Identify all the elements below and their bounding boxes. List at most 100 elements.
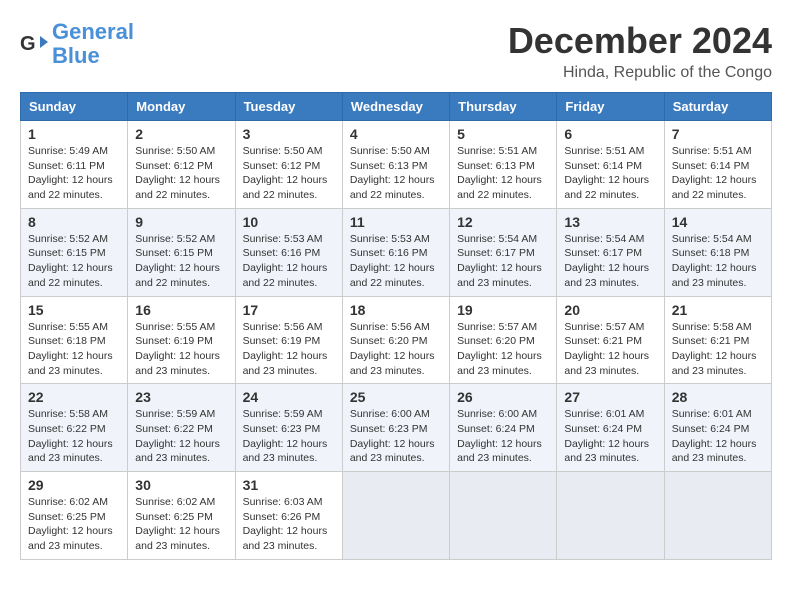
- calendar-cell: 24 Sunrise: 5:59 AMSunset: 6:23 PMDaylig…: [235, 384, 342, 472]
- day-number: 29: [28, 477, 120, 493]
- page-header: G General Blue December 2024 Hinda, Repu…: [20, 20, 772, 82]
- calendar-cell: 30 Sunrise: 6:02 AMSunset: 6:25 PMDaylig…: [128, 472, 235, 560]
- day-number: 9: [135, 214, 227, 230]
- day-info: Sunrise: 5:57 AMSunset: 6:20 PMDaylight:…: [457, 321, 542, 377]
- day-number: 23: [135, 389, 227, 405]
- day-number: 19: [457, 302, 549, 318]
- calendar-cell: 12 Sunrise: 5:54 AMSunset: 6:17 PMDaylig…: [450, 208, 557, 296]
- day-info: Sunrise: 6:00 AMSunset: 6:23 PMDaylight:…: [350, 408, 435, 464]
- calendar-cell: 1 Sunrise: 5:49 AMSunset: 6:11 PMDayligh…: [21, 121, 128, 209]
- day-info: Sunrise: 5:50 AMSunset: 6:13 PMDaylight:…: [350, 145, 435, 201]
- day-info: Sunrise: 5:56 AMSunset: 6:20 PMDaylight:…: [350, 321, 435, 377]
- day-info: Sunrise: 6:02 AMSunset: 6:25 PMDaylight:…: [135, 496, 220, 552]
- day-info: Sunrise: 5:55 AMSunset: 6:18 PMDaylight:…: [28, 321, 113, 377]
- calendar-cell: 23 Sunrise: 5:59 AMSunset: 6:22 PMDaylig…: [128, 384, 235, 472]
- calendar-cell: 21 Sunrise: 5:58 AMSunset: 6:21 PMDaylig…: [664, 296, 771, 384]
- day-info: Sunrise: 5:59 AMSunset: 6:22 PMDaylight:…: [135, 408, 220, 464]
- weekday-header-wednesday: Wednesday: [342, 93, 449, 121]
- calendar-cell: 29 Sunrise: 6:02 AMSunset: 6:25 PMDaylig…: [21, 472, 128, 560]
- svg-text:G: G: [20, 33, 36, 55]
- day-number: 21: [672, 302, 764, 318]
- day-info: Sunrise: 5:51 AMSunset: 6:14 PMDaylight:…: [564, 145, 649, 201]
- day-info: Sunrise: 5:59 AMSunset: 6:23 PMDaylight:…: [243, 408, 328, 464]
- day-number: 5: [457, 126, 549, 142]
- day-number: 1: [28, 126, 120, 142]
- day-info: Sunrise: 5:51 AMSunset: 6:13 PMDaylight:…: [457, 145, 542, 201]
- calendar-cell: 4 Sunrise: 5:50 AMSunset: 6:13 PMDayligh…: [342, 121, 449, 209]
- calendar-cell: [664, 472, 771, 560]
- day-info: Sunrise: 5:54 AMSunset: 6:17 PMDaylight:…: [564, 233, 649, 289]
- calendar-cell: 2 Sunrise: 5:50 AMSunset: 6:12 PMDayligh…: [128, 121, 235, 209]
- day-info: Sunrise: 5:58 AMSunset: 6:21 PMDaylight:…: [672, 321, 757, 377]
- weekday-header-saturday: Saturday: [664, 93, 771, 121]
- calendar-week-row: 1 Sunrise: 5:49 AMSunset: 6:11 PMDayligh…: [21, 121, 772, 209]
- logo-text: General Blue: [52, 20, 134, 68]
- day-info: Sunrise: 6:00 AMSunset: 6:24 PMDaylight:…: [457, 408, 542, 464]
- day-number: 7: [672, 126, 764, 142]
- day-info: Sunrise: 5:50 AMSunset: 6:12 PMDaylight:…: [135, 145, 220, 201]
- day-number: 22: [28, 389, 120, 405]
- calendar-cell: 6 Sunrise: 5:51 AMSunset: 6:14 PMDayligh…: [557, 121, 664, 209]
- calendar-cell: [557, 472, 664, 560]
- weekday-header-tuesday: Tuesday: [235, 93, 342, 121]
- calendar-cell: 13 Sunrise: 5:54 AMSunset: 6:17 PMDaylig…: [557, 208, 664, 296]
- day-number: 2: [135, 126, 227, 142]
- day-number: 4: [350, 126, 442, 142]
- calendar-cell: 19 Sunrise: 5:57 AMSunset: 6:20 PMDaylig…: [450, 296, 557, 384]
- weekday-header-thursday: Thursday: [450, 93, 557, 121]
- day-number: 10: [243, 214, 335, 230]
- day-info: Sunrise: 6:01 AMSunset: 6:24 PMDaylight:…: [672, 408, 757, 464]
- weekday-header-sunday: Sunday: [21, 93, 128, 121]
- calendar-cell: [450, 472, 557, 560]
- day-number: 27: [564, 389, 656, 405]
- calendar-cell: 9 Sunrise: 5:52 AMSunset: 6:15 PMDayligh…: [128, 208, 235, 296]
- day-number: 26: [457, 389, 549, 405]
- calendar-cell: 3 Sunrise: 5:50 AMSunset: 6:12 PMDayligh…: [235, 121, 342, 209]
- calendar-cell: 27 Sunrise: 6:01 AMSunset: 6:24 PMDaylig…: [557, 384, 664, 472]
- calendar-cell: 16 Sunrise: 5:55 AMSunset: 6:19 PMDaylig…: [128, 296, 235, 384]
- day-info: Sunrise: 6:03 AMSunset: 6:26 PMDaylight:…: [243, 496, 328, 552]
- day-info: Sunrise: 5:57 AMSunset: 6:21 PMDaylight:…: [564, 321, 649, 377]
- day-number: 17: [243, 302, 335, 318]
- day-number: 3: [243, 126, 335, 142]
- calendar-cell: 18 Sunrise: 5:56 AMSunset: 6:20 PMDaylig…: [342, 296, 449, 384]
- day-info: Sunrise: 5:53 AMSunset: 6:16 PMDaylight:…: [350, 233, 435, 289]
- calendar-week-row: 15 Sunrise: 5:55 AMSunset: 6:18 PMDaylig…: [21, 296, 772, 384]
- calendar-cell: 31 Sunrise: 6:03 AMSunset: 6:26 PMDaylig…: [235, 472, 342, 560]
- calendar-cell: 11 Sunrise: 5:53 AMSunset: 6:16 PMDaylig…: [342, 208, 449, 296]
- day-number: 20: [564, 302, 656, 318]
- calendar-week-row: 22 Sunrise: 5:58 AMSunset: 6:22 PMDaylig…: [21, 384, 772, 472]
- day-info: Sunrise: 5:55 AMSunset: 6:19 PMDaylight:…: [135, 321, 220, 377]
- weekday-header-monday: Monday: [128, 93, 235, 121]
- day-number: 24: [243, 389, 335, 405]
- day-number: 6: [564, 126, 656, 142]
- calendar-cell: 7 Sunrise: 5:51 AMSunset: 6:14 PMDayligh…: [664, 121, 771, 209]
- weekday-header-row: SundayMondayTuesdayWednesdayThursdayFrid…: [21, 93, 772, 121]
- calendar-table: SundayMondayTuesdayWednesdayThursdayFrid…: [20, 92, 772, 560]
- calendar-cell: 22 Sunrise: 5:58 AMSunset: 6:22 PMDaylig…: [21, 384, 128, 472]
- day-info: Sunrise: 5:50 AMSunset: 6:12 PMDaylight:…: [243, 145, 328, 201]
- calendar-cell: 26 Sunrise: 6:00 AMSunset: 6:24 PMDaylig…: [450, 384, 557, 472]
- day-number: 11: [350, 214, 442, 230]
- location-title: Hinda, Republic of the Congo: [508, 64, 772, 82]
- day-info: Sunrise: 5:49 AMSunset: 6:11 PMDaylight:…: [28, 145, 113, 201]
- calendar-cell: 17 Sunrise: 5:56 AMSunset: 6:19 PMDaylig…: [235, 296, 342, 384]
- day-number: 25: [350, 389, 442, 405]
- day-number: 12: [457, 214, 549, 230]
- day-info: Sunrise: 5:54 AMSunset: 6:18 PMDaylight:…: [672, 233, 757, 289]
- day-info: Sunrise: 5:53 AMSunset: 6:16 PMDaylight:…: [243, 233, 328, 289]
- day-number: 28: [672, 389, 764, 405]
- calendar-cell: [342, 472, 449, 560]
- day-number: 18: [350, 302, 442, 318]
- logo: G General Blue: [20, 20, 134, 68]
- day-info: Sunrise: 5:56 AMSunset: 6:19 PMDaylight:…: [243, 321, 328, 377]
- calendar-week-row: 8 Sunrise: 5:52 AMSunset: 6:15 PMDayligh…: [21, 208, 772, 296]
- calendar-cell: 14 Sunrise: 5:54 AMSunset: 6:18 PMDaylig…: [664, 208, 771, 296]
- calendar-cell: 15 Sunrise: 5:55 AMSunset: 6:18 PMDaylig…: [21, 296, 128, 384]
- day-info: Sunrise: 5:52 AMSunset: 6:15 PMDaylight:…: [135, 233, 220, 289]
- day-info: Sunrise: 5:51 AMSunset: 6:14 PMDaylight:…: [672, 145, 757, 201]
- weekday-header-friday: Friday: [557, 93, 664, 121]
- month-title: December 2024: [508, 20, 772, 62]
- day-info: Sunrise: 5:58 AMSunset: 6:22 PMDaylight:…: [28, 408, 113, 464]
- day-info: Sunrise: 5:54 AMSunset: 6:17 PMDaylight:…: [457, 233, 542, 289]
